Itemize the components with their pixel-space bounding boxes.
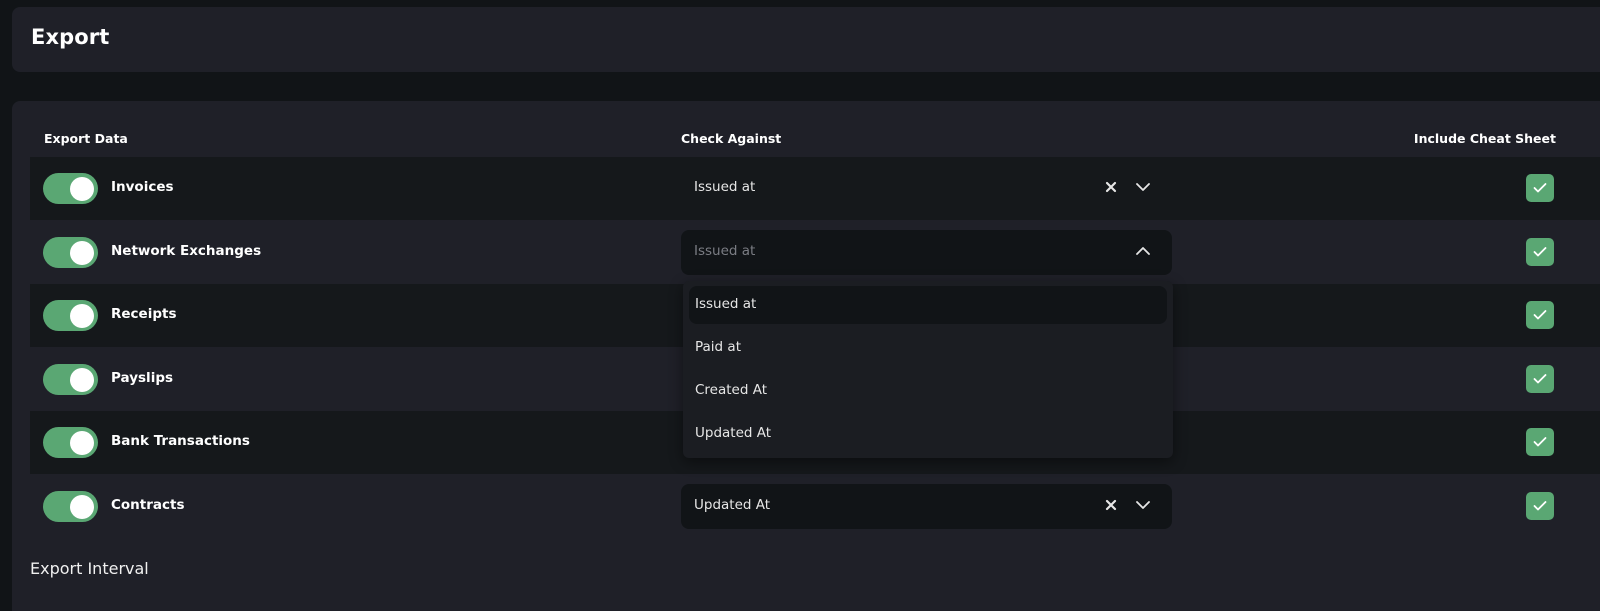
column-header-export-data: Export Data <box>44 131 128 146</box>
dropdown-option-updated-at[interactable]: Updated At <box>689 415 1167 453</box>
row-label: Payslips <box>111 370 174 386</box>
chevron-up-icon[interactable] <box>1135 245 1151 257</box>
check-icon <box>1533 183 1547 193</box>
toggle-knob <box>70 367 94 392</box>
close-icon[interactable] <box>1104 498 1118 512</box>
select-placeholder: Issued at <box>694 243 756 259</box>
select-value: Issued at <box>694 179 756 195</box>
bank-transactions-toggle[interactable] <box>43 427 98 458</box>
export-row-contracts: Contracts Updated At <box>30 475 1600 538</box>
check-icon <box>1533 247 1547 257</box>
check-icon <box>1533 374 1547 384</box>
contracts-check-against-select[interactable]: Updated At <box>681 484 1172 529</box>
network-exchanges-toggle[interactable] <box>43 237 98 268</box>
page-title: Export <box>31 25 110 49</box>
option-label: Created At <box>695 382 768 398</box>
invoices-check-against-select[interactable]: Issued at <box>681 166 1172 211</box>
toggle-knob <box>70 240 94 265</box>
row-label: Network Exchanges <box>111 243 262 259</box>
column-header-include-cheat-sheet: Include Cheat Sheet <box>1413 131 1556 146</box>
check-icon <box>1533 310 1547 320</box>
toggle-knob <box>70 176 94 201</box>
network-exchanges-cheat-sheet-checkbox[interactable] <box>1526 238 1554 266</box>
network-exchanges-check-against-select[interactable]: Issued at <box>681 230 1172 275</box>
option-label: Updated At <box>695 425 772 441</box>
row-label: Receipts <box>111 306 177 322</box>
row-label: Bank Transactions <box>111 433 250 449</box>
check-against-dropdown-menu: Issued at Paid at Created At Updated At <box>683 281 1173 458</box>
invoices-cheat-sheet-checkbox[interactable] <box>1526 174 1554 202</box>
option-label: Issued at <box>695 296 757 312</box>
toggle-knob <box>70 430 94 455</box>
export-row-network-exchanges: Network Exchanges Issued at <box>30 221 1600 284</box>
page-header: Export <box>12 7 1600 72</box>
toggle-knob <box>70 494 94 519</box>
export-interval-heading: Export Interval <box>30 559 149 578</box>
invoices-toggle[interactable] <box>43 173 98 204</box>
payslips-toggle[interactable] <box>43 364 98 395</box>
toggle-knob <box>70 303 94 328</box>
column-header-check-against: Check Against <box>681 131 782 146</box>
export-row-invoices: Invoices Issued at <box>30 157 1600 220</box>
receipts-toggle[interactable] <box>43 300 98 331</box>
option-label: Paid at <box>695 339 741 355</box>
row-label: Invoices <box>111 179 174 195</box>
check-icon <box>1533 437 1547 447</box>
contracts-toggle[interactable] <box>43 491 98 522</box>
check-icon <box>1533 501 1547 511</box>
chevron-down-icon[interactable] <box>1135 181 1151 193</box>
chevron-down-icon[interactable] <box>1135 499 1151 511</box>
bank-transactions-cheat-sheet-checkbox[interactable] <box>1526 428 1554 456</box>
dropdown-option-issued-at[interactable]: Issued at <box>689 286 1167 324</box>
receipts-cheat-sheet-checkbox[interactable] <box>1526 301 1554 329</box>
select-value: Updated At <box>694 497 771 513</box>
payslips-cheat-sheet-checkbox[interactable] <box>1526 365 1554 393</box>
row-label: Contracts <box>111 497 185 513</box>
close-icon[interactable] <box>1104 180 1118 194</box>
dropdown-option-created-at[interactable]: Created At <box>689 372 1167 410</box>
contracts-cheat-sheet-checkbox[interactable] <box>1526 492 1554 520</box>
dropdown-option-paid-at[interactable]: Paid at <box>689 329 1167 367</box>
